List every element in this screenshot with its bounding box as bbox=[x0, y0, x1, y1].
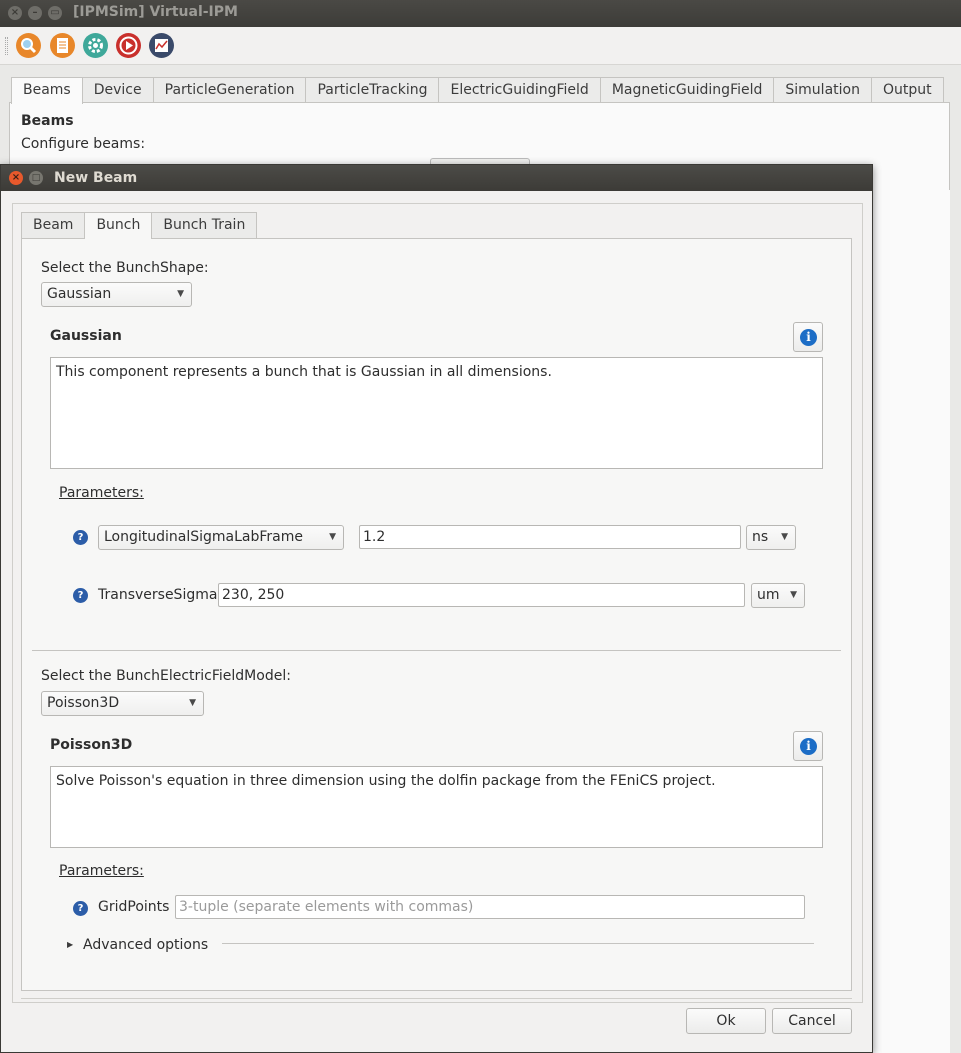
tab-device[interactable]: Device bbox=[81, 77, 154, 103]
bunch-shape-select[interactable]: Gaussian ▼ bbox=[41, 282, 192, 307]
longitudinal-sigma-unit-select[interactable]: ns ▼ bbox=[746, 525, 796, 550]
search-icon[interactable] bbox=[16, 33, 41, 58]
bunch-shape-label: Select the BunchShape: bbox=[41, 260, 209, 276]
transverse-sigma-label: TransverseSigma bbox=[98, 587, 218, 603]
play-icon[interactable] bbox=[116, 33, 141, 58]
main-tab-bar: Beams Device ParticleGeneration Particle… bbox=[11, 77, 944, 104]
field-model-info-button[interactable]: i bbox=[793, 731, 823, 761]
chart-icon[interactable] bbox=[149, 33, 174, 58]
help-icon[interactable]: ? bbox=[73, 901, 88, 916]
field-model-label: Select the BunchElectricFieldModel: bbox=[41, 668, 291, 684]
ok-button[interactable]: Ok bbox=[686, 1008, 766, 1034]
tab-particle-generation[interactable]: ParticleGeneration bbox=[152, 77, 307, 103]
chevron-down-icon: ▼ bbox=[177, 289, 184, 299]
bunch-shape-parameters-label: Parameters: bbox=[59, 485, 144, 501]
dialog-maximize-icon[interactable]: □ bbox=[29, 171, 43, 185]
dialog-titlebar: × □ New Beam bbox=[1, 165, 872, 191]
transverse-sigma-unit: um bbox=[757, 587, 780, 603]
chevron-down-icon: ▼ bbox=[781, 532, 788, 542]
main-titlebar: × – ▭ [IPMSim] Virtual-IPM bbox=[0, 0, 961, 27]
bunch-shape-description: This component represents a bunch that i… bbox=[50, 357, 823, 469]
tab-beam[interactable]: Beam bbox=[21, 212, 86, 238]
main-panel-visible-area bbox=[873, 190, 950, 1053]
grid-points-label: GridPoints bbox=[98, 899, 170, 915]
window-title: [IPMSim] Virtual-IPM bbox=[73, 4, 238, 20]
beams-heading: Beams bbox=[21, 113, 74, 129]
dialog-tab-bar: Beam Bunch Bunch Train bbox=[21, 212, 258, 239]
advanced-options-toggle[interactable]: Advanced options bbox=[83, 937, 208, 953]
tab-simulation[interactable]: Simulation bbox=[773, 77, 872, 103]
dialog-title: New Beam bbox=[54, 170, 138, 186]
window-maximize-icon[interactable]: ▭ bbox=[48, 6, 62, 20]
advanced-divider bbox=[222, 943, 814, 944]
main-toolbar bbox=[0, 27, 961, 65]
chevron-down-icon: ▼ bbox=[329, 532, 336, 542]
bunch-shape-value: Gaussian bbox=[47, 286, 112, 302]
tab-magnetic-guiding-field[interactable]: MagneticGuidingField bbox=[599, 77, 775, 103]
bunch-shape-info-button[interactable]: i bbox=[793, 322, 823, 352]
tab-electric-guiding-field[interactable]: ElectricGuidingField bbox=[438, 77, 601, 103]
longitudinal-sigma-input[interactable]: 1.2 bbox=[359, 525, 741, 549]
window-minimize-icon[interactable]: – bbox=[28, 6, 42, 20]
chevron-down-icon: ▼ bbox=[189, 698, 196, 708]
tab-bunch-train[interactable]: Bunch Train bbox=[151, 212, 258, 238]
field-model-value: Poisson3D bbox=[47, 695, 120, 711]
longitudinal-sigma-unit: ns bbox=[752, 529, 769, 545]
field-model-title: Poisson3D bbox=[50, 737, 133, 753]
tab-bunch[interactable]: Bunch bbox=[84, 212, 153, 239]
field-model-parameters-label: Parameters: bbox=[59, 863, 144, 879]
tab-beams[interactable]: Beams bbox=[11, 77, 83, 104]
document-icon[interactable] bbox=[50, 33, 75, 58]
transverse-sigma-input[interactable]: 230, 250 bbox=[218, 583, 745, 607]
longitudinal-sigma-select[interactable]: LongitudinalSigmaLabFrame ▼ bbox=[98, 525, 344, 550]
field-model-description: Solve Poisson's equation in three dimens… bbox=[50, 766, 823, 848]
section-divider bbox=[32, 650, 841, 651]
tab-output[interactable]: Output bbox=[870, 77, 944, 103]
help-icon[interactable]: ? bbox=[73, 530, 88, 545]
beams-subheading: Configure beams: bbox=[21, 136, 146, 152]
longitudinal-sigma-name: LongitudinalSigmaLabFrame bbox=[104, 529, 304, 545]
transverse-sigma-unit-select[interactable]: um ▼ bbox=[751, 583, 805, 608]
field-model-select[interactable]: Poisson3D ▼ bbox=[41, 691, 204, 716]
expand-arrow-icon[interactable]: ▶ bbox=[67, 940, 73, 949]
cancel-button[interactable]: Cancel bbox=[772, 1008, 852, 1034]
info-icon: i bbox=[800, 738, 817, 755]
dialog-close-icon[interactable]: × bbox=[9, 171, 23, 185]
grid-points-input[interactable]: 3-tuple (separate elements with commas) bbox=[175, 895, 805, 919]
help-icon[interactable]: ? bbox=[73, 588, 88, 603]
gear-icon[interactable] bbox=[83, 33, 108, 58]
button-row-divider bbox=[21, 998, 852, 999]
window-close-icon[interactable]: × bbox=[8, 6, 22, 20]
chevron-down-icon: ▼ bbox=[790, 590, 797, 600]
bunch-shape-title: Gaussian bbox=[50, 328, 122, 344]
tab-particle-tracking[interactable]: ParticleTracking bbox=[305, 77, 440, 103]
info-icon: i bbox=[800, 329, 817, 346]
bunch-tab-panel bbox=[21, 238, 852, 991]
toolbar-grip[interactable] bbox=[5, 37, 8, 55]
